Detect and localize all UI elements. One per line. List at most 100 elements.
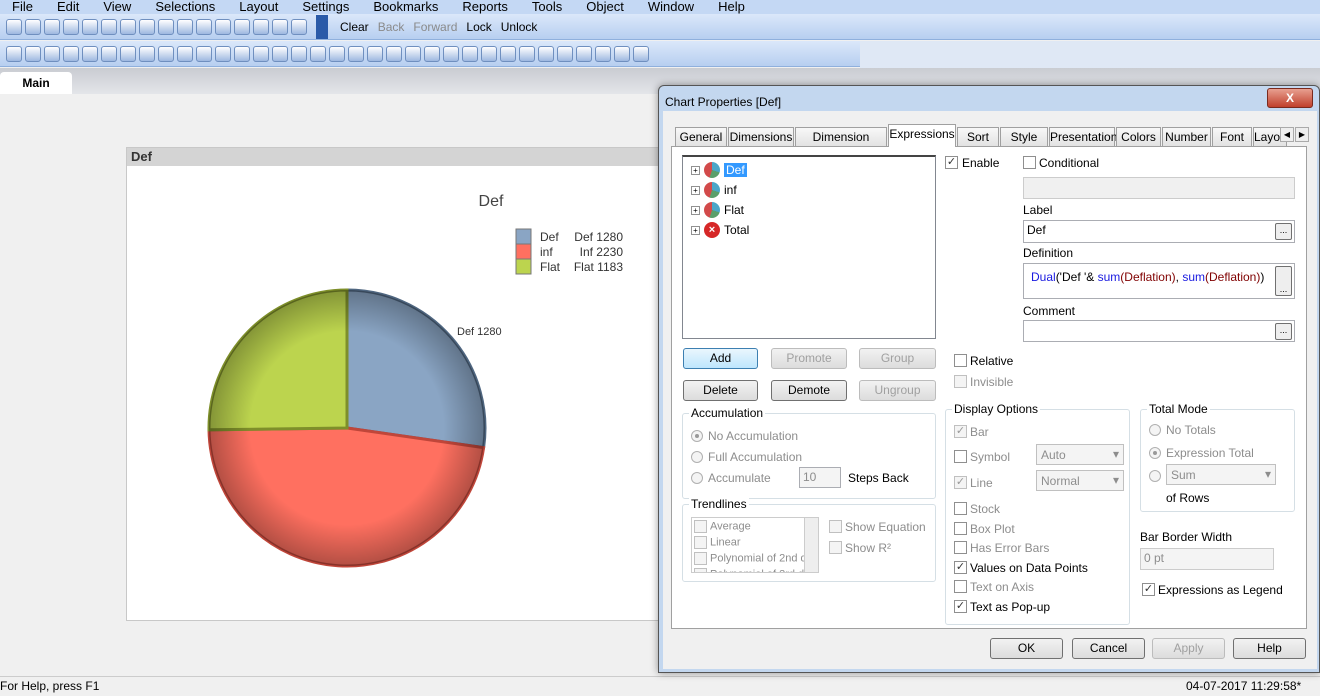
menu-layout[interactable]: Layout <box>227 0 290 14</box>
align-left-icon[interactable] <box>424 45 440 62</box>
expression-item[interactable]: + Def <box>691 161 747 179</box>
slider-icon[interactable] <box>272 45 288 62</box>
menu-selections[interactable]: Selections <box>143 0 227 14</box>
bookmark-star-icon[interactable] <box>234 18 250 35</box>
align-right-icon[interactable] <box>462 45 478 62</box>
show-equation-checkbox[interactable] <box>829 520 842 533</box>
menu-bookmarks[interactable]: Bookmarks <box>361 0 450 14</box>
search-icon[interactable] <box>177 18 193 35</box>
print-icon[interactable] <box>82 18 98 35</box>
menu-view[interactable]: View <box>91 0 143 14</box>
tab-scroll-right[interactable]: ▶ <box>1295 127 1309 142</box>
back-button[interactable]: Back <box>375 20 408 34</box>
trendline-checkbox[interactable] <box>694 536 707 549</box>
align-top-icon[interactable] <box>519 45 535 62</box>
save-icon[interactable] <box>63 18 79 35</box>
trendline-checkbox[interactable] <box>694 568 707 572</box>
cancel-button[interactable]: Cancel <box>1072 638 1145 659</box>
chart-icon[interactable] <box>158 45 174 62</box>
expand-icon[interactable]: + <box>691 205 700 215</box>
edit-script-icon[interactable] <box>101 18 117 35</box>
chart-wizard-icon[interactable] <box>215 18 231 35</box>
sheet-right-icon[interactable] <box>44 45 60 62</box>
center-h-icon[interactable] <box>500 45 516 62</box>
chart-object[interactable]: Def Def Def 1280 Def Def 1280 inf Inf 2230 Fla… <box>126 147 666 621</box>
axis-checkbox[interactable] <box>954 580 967 593</box>
total-function-select[interactable]: Sum <box>1166 464 1276 485</box>
tab-dimensions[interactable]: Dimensions <box>728 127 794 146</box>
menu-help[interactable]: Help <box>706 0 757 14</box>
line-checkbox[interactable]: ✓ <box>954 476 967 489</box>
accumulate-radio[interactable] <box>691 472 703 484</box>
add-button[interactable]: Add <box>683 348 758 369</box>
tab-expressions[interactable]: Expressions <box>888 124 956 147</box>
tab-number[interactable]: Number <box>1162 127 1211 146</box>
trendline-item[interactable]: Average <box>694 520 751 533</box>
values-checkbox[interactable]: ✓ <box>954 561 967 574</box>
custom-object-icon[interactable] <box>348 45 364 62</box>
table-box-icon[interactable] <box>120 45 136 62</box>
ok-button[interactable]: OK <box>990 638 1063 659</box>
bar-checkbox[interactable]: ✓ <box>954 425 967 438</box>
lock-button[interactable]: Lock <box>463 20 494 34</box>
help-icon[interactable] <box>272 18 288 35</box>
expression-item[interactable]: + Flat <box>691 201 744 219</box>
clear-button[interactable]: Clear <box>337 20 372 34</box>
conditional-input[interactable] <box>1023 177 1295 199</box>
edit-icon[interactable] <box>595 45 611 62</box>
symbol-select[interactable]: Auto <box>1036 444 1124 465</box>
menu-file[interactable]: File <box>0 0 45 14</box>
no-totals-radio[interactable] <box>1149 424 1161 436</box>
container-icon[interactable] <box>329 45 345 62</box>
expand-icon[interactable]: + <box>691 165 700 175</box>
new-icon[interactable] <box>6 18 22 35</box>
label-ellipsis-button[interactable]: ... <box>1275 223 1292 240</box>
menu-settings[interactable]: Settings <box>290 0 361 14</box>
tab-colors[interactable]: Colors <box>1116 127 1161 146</box>
pie-slice-flat[interactable] <box>207 288 349 432</box>
statistics-icon[interactable] <box>101 45 117 62</box>
invisible-checkbox[interactable] <box>954 375 967 388</box>
definition-input[interactable]: Dual('Def '& sum(Deflation), sum(Deflati… <box>1023 263 1295 299</box>
trendline-item[interactable]: Polynomial of 2nd d <box>694 552 807 565</box>
comment-ellipsis-button[interactable]: ... <box>1275 323 1292 340</box>
format-painter-icon[interactable] <box>386 45 402 62</box>
conditional-checkbox[interactable] <box>1023 156 1036 169</box>
line-style-select[interactable]: Normal <box>1036 470 1124 491</box>
err-checkbox[interactable] <box>954 541 967 554</box>
forward-button[interactable]: Forward <box>410 20 460 34</box>
enable-checkbox[interactable]: ✓ <box>945 156 958 169</box>
trendline-item[interactable]: Linear <box>694 536 741 549</box>
tab-scroll-left[interactable]: ◀ <box>1280 127 1294 142</box>
comment-input[interactable]: ... <box>1023 320 1295 342</box>
tab-dimension-limits[interactable]: Dimension Limits <box>795 127 887 162</box>
tab-main[interactable]: Main <box>0 72 72 94</box>
bar-border-width-stepper[interactable]: 0 pt <box>1140 548 1274 570</box>
grid-icon[interactable] <box>405 45 421 62</box>
demote-button[interactable]: Demote <box>771 380 847 401</box>
relative-checkbox[interactable] <box>954 354 967 367</box>
network-icon[interactable] <box>614 45 630 62</box>
show-r2-checkbox[interactable] <box>829 541 842 554</box>
align-center-icon[interactable] <box>443 45 459 62</box>
reload-icon[interactable] <box>44 18 60 35</box>
expressions-as-legend-checkbox[interactable]: ✓ <box>1142 583 1155 596</box>
sum-radio[interactable] <box>1149 470 1161 482</box>
sheet-props-icon[interactable] <box>63 45 79 62</box>
tab-general[interactable]: General <box>675 127 727 146</box>
tab-style[interactable]: Style <box>1000 127 1048 146</box>
current-selections-icon[interactable] <box>196 45 212 62</box>
expand-icon[interactable]: + <box>691 185 700 195</box>
chart-wizard-icon[interactable] <box>367 45 383 62</box>
trendline-checkbox[interactable] <box>694 552 707 565</box>
listbox-icon[interactable] <box>82 45 98 62</box>
server-icon[interactable] <box>633 45 649 62</box>
no-accumulation-radio[interactable] <box>691 430 703 442</box>
search-object-icon[interactable] <box>310 45 326 62</box>
sheet-left-icon[interactable] <box>25 45 41 62</box>
expression-item[interactable]: + inf <box>691 181 737 199</box>
new-sheet-icon[interactable] <box>6 45 22 62</box>
open-icon[interactable] <box>25 18 41 35</box>
pie-slice-def[interactable] <box>345 288 487 450</box>
trendline-item[interactable]: Polynomial of 3rd d <box>694 568 804 572</box>
